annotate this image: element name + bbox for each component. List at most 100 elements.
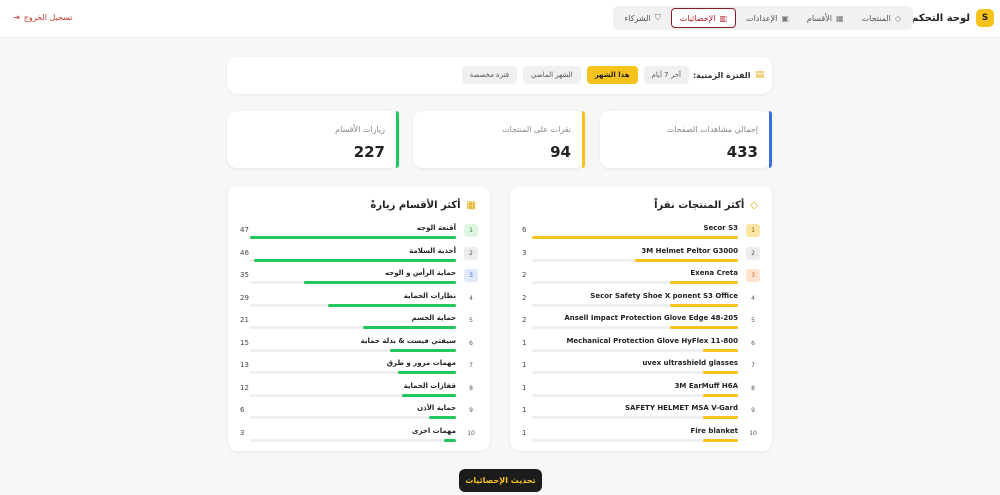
period-options: آخر 7 أيام هذا الشهر الشهر الماضي فترة م… <box>461 66 689 84</box>
item-name: نظارات الحماية <box>403 291 456 300</box>
top-products-card: ◇ أكثر المنتجات نقراً 1 Secor S3 6 2 3M Helm… <box>510 186 772 451</box>
progress-fill <box>254 258 456 262</box>
progress-fill <box>702 416 738 419</box>
list-item: 4 نظارات الحماية 29 <box>240 292 478 310</box>
item-count: 15 <box>240 338 249 347</box>
nav-item-products[interactable]: ◇ المنتجات <box>854 8 909 28</box>
nav-item-label: الإحصائيات <box>679 13 716 23</box>
list-item: 2 3M Helmet Peltor G3000 3 <box>522 246 760 265</box>
item-count: 1 <box>522 338 527 347</box>
brand[interactable]: S لوحة التحكم <box>911 9 994 27</box>
nav-item-partners[interactable]: ⛉ الشركاء <box>617 8 669 28</box>
item-count: 12 <box>240 383 249 392</box>
list-item: 6 Mechanical Protection Glove HyFlex 11-8… <box>522 337 760 355</box>
progress-fill <box>429 416 456 419</box>
period-selector-card: ▤ الفترة الزمنية: آخر 7 أيام هذا الشهر ا… <box>227 57 772 94</box>
image-icon: ▣ <box>781 13 789 23</box>
list-item: 7 مهمات مرور و طرق 13 <box>240 359 478 377</box>
item-count: 3 <box>240 428 245 437</box>
item-name: سيفتي فيست & بدلة حماية <box>360 336 456 345</box>
progress-track <box>250 348 456 352</box>
nav-item-settings[interactable]: ▣ الإعدادات <box>738 8 797 28</box>
period-option-custom[interactable]: فترة مخصصة <box>461 66 518 84</box>
stat-card-category-visits: زيارات الأقسام 227 <box>227 111 399 168</box>
nav-item-label: الإعدادات <box>746 13 778 23</box>
progress-track <box>532 236 738 239</box>
brand-logo: S <box>976 9 994 27</box>
stat-card-page-views: إجمالي مشاهدات الصفحات 433 <box>600 111 772 168</box>
item-name: 3M EarMuff H6A <box>674 381 738 390</box>
progress-fill <box>702 393 738 397</box>
stat-label: نقرات على المنتجات <box>502 125 571 134</box>
rank-badge: 8 <box>751 384 755 392</box>
logout-label: تسجيل الخروج <box>23 13 73 22</box>
period-option-this-month[interactable]: هذا الشهر <box>586 66 638 84</box>
period-label-text: الفترة الزمنية: <box>692 70 751 80</box>
nav-item-label: الشركاء <box>624 13 651 23</box>
bar-chart-icon: ▥ <box>719 13 728 23</box>
grid-icon: ▦ <box>466 200 476 211</box>
progress-track <box>250 438 456 442</box>
rank-badge: 3 <box>464 269 478 282</box>
stat-accent <box>396 111 399 168</box>
tag-icon: ◇ <box>750 200 758 211</box>
progress-fill <box>328 303 456 307</box>
item-count: 47 <box>240 226 249 234</box>
progress-track <box>532 393 738 397</box>
list-item: 5 حماية الجسم 21 <box>240 314 478 332</box>
nav-item-categories[interactable]: ▦ الأقسام <box>799 8 852 28</box>
rank-badge: 5 <box>469 317 473 324</box>
top-categories-card: ▦ أكثر الأقسام زيارةً 1 أقنعة الوجه 47 2 أحذ… <box>228 186 490 451</box>
brand-title: لوحة التحكم <box>911 12 970 24</box>
refresh-stats-button[interactable]: تحديث الإحصائيات <box>459 469 542 492</box>
list-item: 9 SAFETY HELMET MSA V-Gard 1 <box>522 404 760 422</box>
list-item: 3 حماية الرأس و الوجه 35 <box>240 269 478 287</box>
top-products-title: ◇ أكثر المنتجات نقراً <box>654 200 758 211</box>
progress-track <box>250 371 456 374</box>
rank-badge: 6 <box>751 339 755 347</box>
progress-fill <box>303 281 456 284</box>
rank-badge: 1 <box>746 224 760 237</box>
rank-badge: 9 <box>469 407 473 414</box>
progress-fill <box>402 393 456 397</box>
list-item: 1 أقنعة الوجه 47 <box>240 224 478 242</box>
stat-value: 433 <box>726 143 758 161</box>
period-option-last-7-days[interactable]: آخر 7 أيام <box>643 66 689 84</box>
progress-track <box>532 258 738 262</box>
main-nav: ◇ المنتجات ▦ الأقسام ▣ الإعدادات ▥ الإحص… <box>612 6 913 30</box>
item-count: 1 <box>522 428 527 437</box>
list-item: 8 قفازات الحماية 12 <box>240 382 478 400</box>
nav-item-statistics[interactable]: ▥ الإحصائيات <box>670 8 737 28</box>
item-name: uvex ultrashield glasses <box>642 359 738 367</box>
item-name: مهمات مرور و طرق <box>386 359 456 367</box>
progress-fill <box>702 371 738 374</box>
tag-icon: ◇ <box>894 13 901 23</box>
progress-track <box>250 326 456 329</box>
stat-accent <box>769 111 772 168</box>
period-option-last-month[interactable]: الشهر الماضي <box>523 66 581 84</box>
progress-track <box>250 416 456 419</box>
calendar-icon: ▤ <box>755 70 764 80</box>
progress-track <box>532 326 738 329</box>
item-name: حماية الجسم <box>411 314 456 322</box>
logout-button[interactable]: تسجيل الخروج ⇥ <box>13 13 73 22</box>
item-count: 2 <box>522 271 527 279</box>
item-count: 6 <box>240 406 245 414</box>
rank-badge: 10 <box>467 429 475 437</box>
progress-fill <box>670 281 738 284</box>
top-categories-title-text: أكثر الأقسام زيارةً <box>370 200 461 211</box>
stat-value: 227 <box>353 143 385 161</box>
stat-value: 94 <box>550 143 571 161</box>
rank-badge: 3 <box>746 269 760 282</box>
progress-fill <box>532 236 738 239</box>
item-name: Mechanical Protection Glove HyFlex 11-80… <box>566 336 738 345</box>
rank-badge: 1 <box>464 224 478 237</box>
rank-badge: 9 <box>751 407 755 414</box>
progress-track <box>532 438 738 442</box>
progress-track <box>532 348 738 352</box>
list-item: 8 3M EarMuff H6A 1 <box>522 382 760 400</box>
item-name: 3M Helmet Peltor G3000 <box>641 246 738 255</box>
list-item: 10 مهمات اخرى 3 <box>240 427 478 445</box>
nav-item-label: المنتجات <box>861 13 891 23</box>
rank-badge: 8 <box>469 384 473 392</box>
